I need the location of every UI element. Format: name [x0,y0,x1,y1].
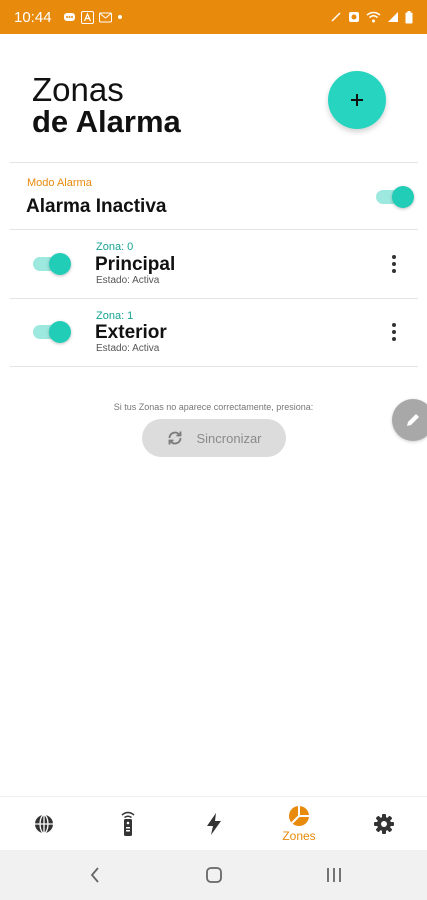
pencil-icon [404,411,422,429]
remote-control-icon [118,811,138,837]
nav-remote[interactable] [106,797,150,851]
zone-state: Estado: Activa [96,275,160,286]
zone-toggle[interactable] [33,321,71,343]
bottom-navigation: Zones [0,796,427,850]
alarm-icon [348,11,360,23]
alarm-mode-label: Modo Alarma [27,177,92,189]
edit-button[interactable] [392,399,427,441]
sync-button[interactable]: Sincronizar [142,419,286,457]
zone-name: Exterior [95,322,167,343]
mute-icon [330,11,342,23]
battery-icon [405,10,413,24]
back-icon[interactable] [80,850,110,900]
page-title-line1: Zonas [32,71,124,108]
wifi-icon [366,11,381,23]
sync-hint: Si tus Zonas no aparece correctamente, p… [113,402,314,412]
page-header: Zonas de Alarma [32,71,181,139]
plus-icon [349,92,365,108]
status-bar: 10:44 [0,0,427,34]
zone-code: Zona: 1 [96,310,134,322]
nav-zones[interactable]: Zones [274,797,324,851]
signal-icon [387,11,399,23]
nav-zones-label: Zones [282,829,316,843]
zones-pie-icon [288,805,310,827]
nav-power[interactable] [192,797,236,851]
recent-apps-icon[interactable] [318,850,350,900]
lightning-icon [205,812,223,836]
zone-code: Zona: 0 [96,241,134,253]
zone-state: Estado: Activa [96,343,160,354]
a-square-icon [80,10,94,24]
gear-icon [373,813,395,835]
divider [10,162,418,163]
zone-toggle[interactable] [33,253,71,275]
system-navigation-bar [0,850,427,900]
divider [10,366,418,367]
zone-menu-icon[interactable] [386,320,402,344]
sync-button-label: Sincronizar [196,430,262,446]
zone-row[interactable]: Zona: 1 Exterior Estado: Activa [10,298,418,366]
home-icon[interactable] [198,850,230,900]
status-time: 10:44 [14,8,52,26]
sync-icon [166,429,184,447]
chat-bubble-icon [63,11,76,24]
dot-icon [117,14,123,20]
zone-menu-icon[interactable] [386,252,402,276]
nav-settings[interactable] [362,797,406,851]
page-title-line2: de Alarma [32,104,181,139]
alarm-mode-value: Alarma Inactiva [26,196,167,217]
alarm-mode-toggle[interactable] [376,186,414,208]
add-zone-button[interactable] [328,71,386,129]
globe-icon [33,813,55,835]
zone-row[interactable]: Zona: 0 Principal Estado: Activa [10,230,418,298]
nav-globe[interactable] [22,797,66,851]
mail-icon [98,11,112,24]
zone-name: Principal [95,254,176,275]
